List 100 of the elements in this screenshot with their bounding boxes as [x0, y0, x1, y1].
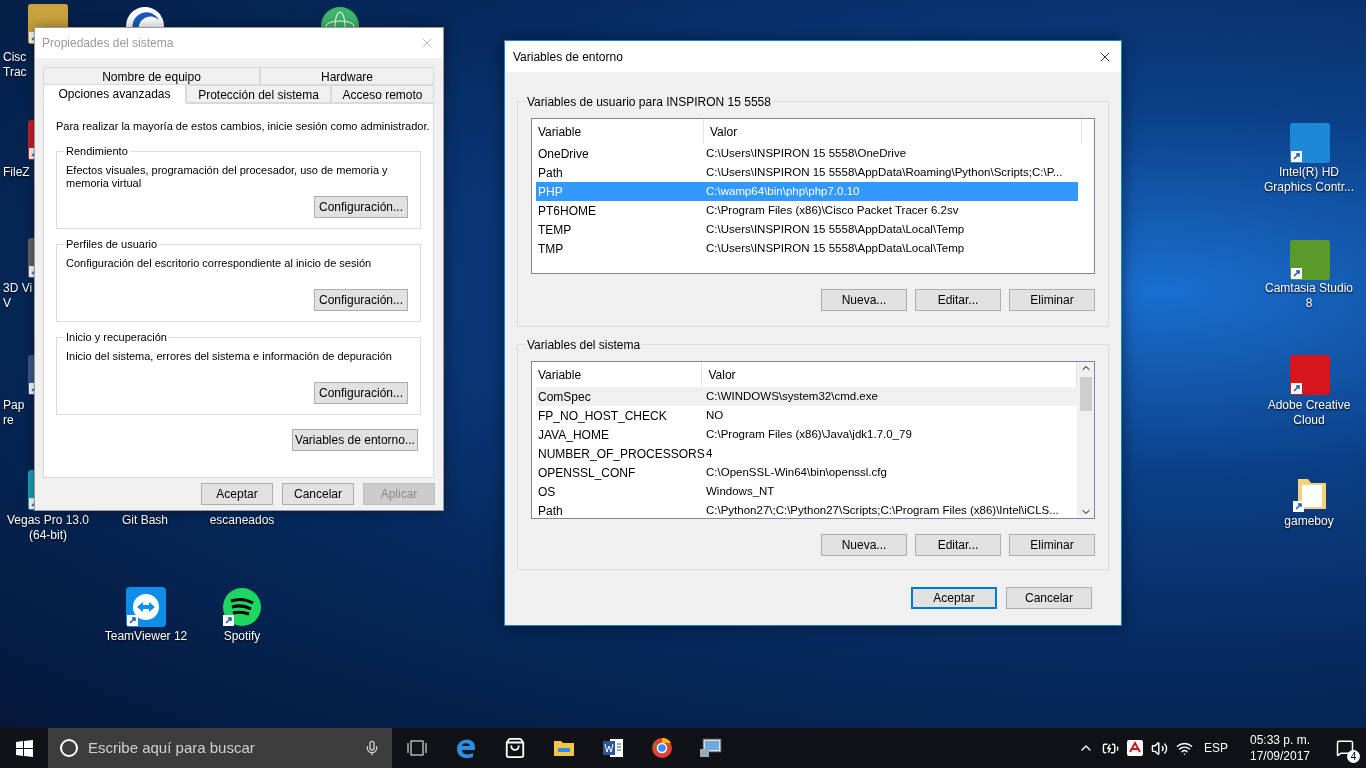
icon-label: Camtasia Studio 8 — [1263, 281, 1354, 311]
list-action-button[interactable]: Eliminar — [1009, 534, 1095, 556]
variable-name: OneDrive — [537, 145, 590, 163]
icon-label: Spotify — [222, 629, 262, 644]
tab[interactable]: Hardware — [260, 67, 434, 85]
tab[interactable]: Acceso remoto — [331, 85, 434, 103]
list-action-button[interactable]: Nueva... — [821, 534, 907, 556]
tab[interactable]: Nombre de equipo — [43, 67, 260, 85]
notifications-button[interactable]: 4 — [1324, 728, 1366, 768]
variable-row[interactable]: OS Windows_NT — [536, 482, 1077, 501]
dialog-button[interactable]: Aceptar — [911, 587, 997, 609]
dialog-button[interactable]: Cancelar — [282, 483, 354, 505]
variable-name: ComSpec — [537, 388, 592, 406]
icon-label: Adobe Creative Cloud — [1266, 398, 1352, 428]
variable-row[interactable]: TMP C:\Users\INSPIRON 15 5558\AppData\Local\Temp — [536, 239, 1078, 258]
volume-icon[interactable] — [1151, 739, 1168, 757]
variable-row[interactable]: PT6HOME C:\Program Files (x86)\Cisco Packet Tracer 6.2sv — [536, 201, 1078, 220]
variable-value: C:\Users\INSPIRON 15 5558\AppData\Roaming\Python\Scripts;C:\P... — [705, 164, 1063, 180]
variable-row[interactable]: JAVA_HOME C:\Program Files (x86)\Java\jdk1.7.0_79 — [536, 425, 1077, 444]
group-description: Configuración del escritorio correspondiente al inicio de sesión — [66, 256, 373, 270]
notification-count-badge: 4 — [1347, 750, 1360, 763]
column-header[interactable]: Valor — [704, 119, 1082, 144]
variable-value: C:\OpenSSL-Win64\bin\openssl.cfg — [705, 464, 887, 480]
variable-value: C:\Program Files (x86)\Java\jdk1.7.0_79 — [705, 426, 912, 442]
scrollbar[interactable] — [1077, 362, 1094, 518]
icon-label: FileZ — [3, 165, 31, 180]
variable-value: C:\WINDOWS\system32\cmd.exe — [705, 388, 878, 404]
cortana-icon — [60, 739, 78, 757]
date-text: 17/09/2017 — [1249, 748, 1311, 764]
folder-icon — [552, 739, 575, 757]
window-title: Propiedades del sistema — [42, 35, 174, 52]
variable-name: Path — [537, 502, 564, 518]
icon-label: 3D Vi V — [3, 281, 34, 311]
list-action-button[interactable]: Editar... — [915, 289, 1001, 311]
variable-row[interactable]: NUMBER_OF_PROCESSORS4 — [536, 444, 1077, 463]
variable-value: C:\Users\INSPIRON 15 5558\OneDrive — [705, 145, 907, 161]
search-field[interactable]: Escribe aquí para buscar — [88, 736, 354, 760]
scroll-thumb[interactable] — [1079, 377, 1092, 411]
language-indicator[interactable]: ESP — [1204, 739, 1228, 757]
icon-label: gameboy — [1283, 514, 1335, 529]
variable-value: Windows_NT — [705, 483, 775, 499]
variable-name: TMP — [537, 240, 565, 258]
variable-row[interactable]: Path C:\Python27\;C:\Python27\Scripts;C:\Program Files (x86)\Intel\iCLS... — [536, 501, 1077, 518]
variable-value: C:\Users\INSPIRON 15 5558\AppData\Local\Temp — [705, 240, 965, 256]
icon-label: Intel(R) HD Graphics Contr... — [1262, 165, 1355, 195]
icon-label: Vegas Pro 13.0 (64-bit) — [5, 513, 91, 543]
variable-row[interactable]: Path C:\Users\INSPIRON 15 5558\AppData\Roaming\Python\Scripts;C:\P... — [536, 163, 1078, 182]
list-action-button[interactable]: Nueva... — [821, 289, 907, 311]
variable-name: OPENSSL_CONF — [537, 464, 637, 482]
round-logo-icon — [650, 737, 673, 759]
admin-notice: Para realizar la mayoría de estos cambios, inicie sesión como administrador. — [56, 119, 430, 134]
variable-value: C:\Python27\;C:\Python27\Scripts;C:\Program Files (x86)\Intel\iCLS... — [705, 502, 1059, 518]
icon-label: Cisc Trac — [3, 50, 28, 80]
settings-button[interactable]: Configuración... — [314, 381, 408, 404]
variable-name: JAVA_HOME — [537, 426, 610, 444]
variable-row[interactable]: TEMP C:\Users\INSPIRON 15 5558\AppData\Local\Temp — [536, 220, 1078, 239]
dialog-button[interactable]: Aceptar — [201, 483, 273, 505]
variable-name: TEMP — [537, 221, 573, 239]
icon-label: Git Bash — [121, 513, 169, 528]
list-action-button[interactable]: Eliminar — [1009, 289, 1095, 311]
group-description: Inicio del sistema, errores del sistema e información de depuración — [66, 349, 393, 363]
environment-variables-button[interactable]: Variables de entorno... — [292, 428, 418, 451]
e-logo-icon — [454, 737, 477, 759]
variable-name: PT6HOME — [537, 202, 597, 220]
tab[interactable]: Opciones avanzadas — [43, 84, 186, 104]
variable-value: C:\wamp64\bin\php\php7.0.10 — [705, 183, 860, 199]
settings-button[interactable]: Configuración... — [314, 288, 408, 311]
remote-desktop-icon — [698, 737, 723, 759]
store-icon — [503, 737, 526, 759]
task-view-icon — [407, 740, 427, 756]
variable-row[interactable]: OPENSSL_CONF C:\OpenSSL-Win64\bin\openssl.cfg — [536, 463, 1077, 482]
variable-value: 4 — [705, 445, 713, 461]
settings-button[interactable]: Configuración... — [314, 195, 408, 218]
document-app-icon — [601, 737, 624, 759]
icon-label: Pap re — [3, 398, 26, 428]
window-title: Variables de entorno — [513, 48, 623, 66]
variable-row[interactable]: FP_NO_HOST_CHECK NO — [536, 406, 1077, 425]
group-description: Efectos visuales, programación del procesador, uso de memoria y memoria virtual — [66, 163, 389, 190]
variable-name: OS — [537, 483, 557, 501]
tab[interactable]: Protección del sistema — [186, 85, 331, 103]
variable-row[interactable]: ComSpec C:\WINDOWS\system32\cmd.exe — [536, 387, 1077, 406]
clock[interactable]: 05:33 p. m. 17/09/2017 — [1244, 732, 1316, 764]
variable-value: C:\Users\INSPIRON 15 5558\AppData\Local\Temp — [705, 221, 965, 237]
icon-label: TeamViewer 12 — [103, 629, 189, 644]
variable-value: C:\Program Files (x86)\Cisco Packet Tracer 6.2sv — [705, 202, 959, 218]
variable-name: NUMBER_OF_PROCESSORS — [537, 445, 704, 463]
time-text: 05:33 p. m. — [1249, 732, 1310, 748]
variable-row[interactable]: OneDrive C:\Users\INSPIRON 15 5558\OneDrive — [536, 144, 1078, 163]
column-header[interactable]: Variable — [536, 119, 704, 144]
variable-name: Path — [537, 164, 564, 182]
variable-name: FP_NO_HOST_CHECK — [537, 407, 668, 425]
microphone-icon[interactable] — [364, 740, 380, 756]
windows-icon — [15, 739, 33, 757]
icon-label: escaneados — [208, 513, 276, 528]
list-action-button[interactable]: Editar... — [915, 534, 1001, 556]
search-box[interactable]: Escribe aquí para buscar — [48, 728, 392, 768]
app-shortcut-icon[interactable] — [222, 587, 262, 627]
variable-name: PHP — [537, 183, 564, 201]
dialog-button[interactable]: Cancelar — [1006, 587, 1092, 609]
variable-value: NO — [705, 407, 724, 423]
